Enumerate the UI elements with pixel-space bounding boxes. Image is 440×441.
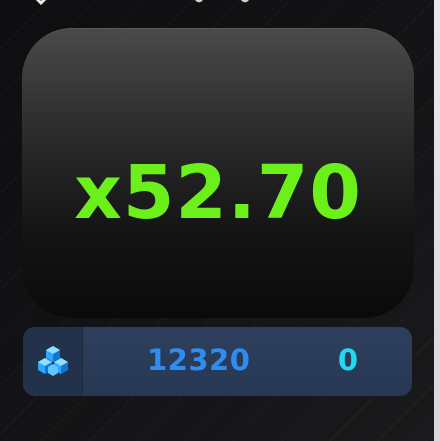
multiplier-value: x52.70 (74, 150, 362, 236)
bet-amount: 0 (337, 343, 359, 377)
top-edge-controls (0, 0, 440, 10)
balance-amount: 12320 (147, 343, 251, 377)
currency-tile (23, 327, 83, 396)
game-screen: x52.70 12320 0 (0, 0, 440, 441)
dot-icon (195, 0, 203, 3)
right-edge-panel (434, 0, 440, 441)
blue-gem-cluster-icon (38, 346, 68, 376)
balance-bar: 12320 0 (23, 327, 412, 396)
dot-icon (241, 0, 249, 3)
chevron-down-icon[interactable] (34, 0, 48, 8)
multiplier-card: x52.70 (22, 28, 414, 318)
